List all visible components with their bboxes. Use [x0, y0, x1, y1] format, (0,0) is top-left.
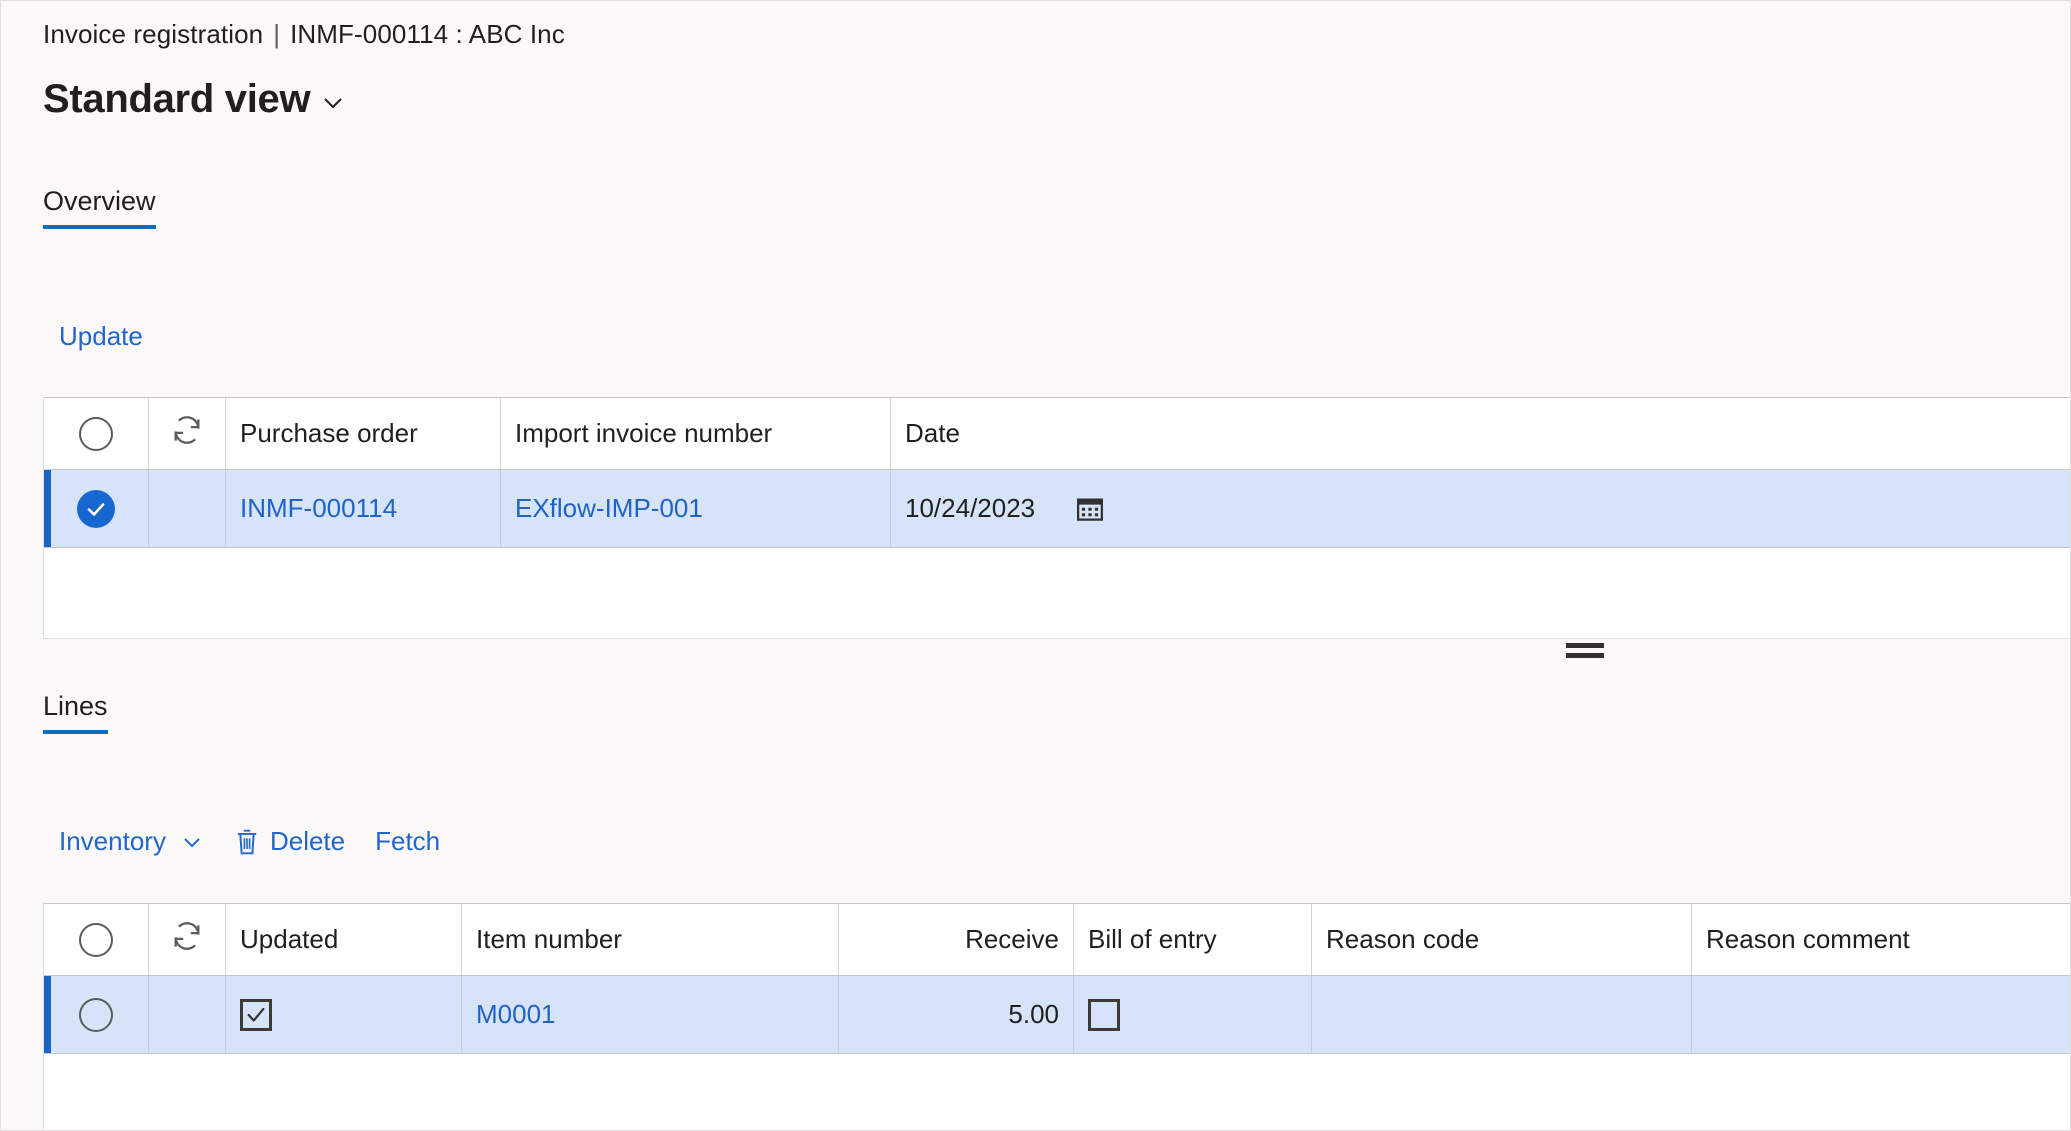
table-row[interactable]: INMF-000114 EXflow-IMP-001 10/24/2023 [44, 470, 2070, 548]
column-header-reason-code-label: Reason code [1326, 924, 1480, 954]
column-header-reason-comment-label: Reason comment [1706, 924, 1910, 954]
page-title: Standard view [43, 77, 311, 121]
column-header-updated-label: Updated [240, 924, 339, 954]
cell-updated[interactable] [226, 976, 462, 1053]
update-button[interactable]: Update [59, 321, 143, 352]
tab-lines[interactable]: Lines [43, 691, 108, 734]
refresh-icon[interactable] [170, 919, 204, 960]
cell-date[interactable]: 10/24/2023 [891, 470, 2070, 547]
lines-grid-header: Updated Item number Receive Bill of entr… [44, 904, 2070, 976]
circle-select-row-icon[interactable] [79, 997, 113, 1032]
lines-grid: Updated Item number Receive Bill of entr… [43, 903, 2070, 1130]
overview-grid: Purchase order Import invoice number Dat… [43, 397, 2070, 639]
delete-button[interactable]: Delete [234, 826, 345, 857]
inventory-menu-label: Inventory [59, 826, 166, 856]
column-header-item-number[interactable]: Item number [462, 904, 839, 975]
tab-lines-label: Lines [43, 691, 108, 721]
cell-reason-code[interactable] [1312, 976, 1692, 1053]
page-title-row[interactable]: Standard view [43, 79, 344, 119]
column-header-updated[interactable]: Updated [226, 904, 462, 975]
overview-grid-empty-area [44, 548, 2070, 638]
column-header-import-invoice-number[interactable]: Import invoice number [501, 398, 891, 469]
breadcrumb-separator: | [273, 19, 281, 49]
cell-bill-of-entry[interactable] [1074, 976, 1312, 1053]
cell-import-invoice-number-value: EXflow-IMP-001 [515, 493, 703, 523]
refresh-icon[interactable] [170, 413, 204, 454]
column-header-date[interactable]: Date [891, 398, 2070, 469]
invoice-registration-page: Invoice registration | INMF-000114 : ABC I… [0, 0, 2071, 1131]
circle-select-all-icon[interactable] [79, 922, 113, 957]
column-header-item-number-label: Item number [476, 924, 622, 954]
row-select-cell[interactable] [44, 470, 149, 547]
column-header-reason-comment[interactable]: Reason comment [1692, 904, 2070, 975]
column-header-purchase-order-label: Purchase order [240, 418, 418, 448]
row-select-cell[interactable] [44, 976, 149, 1053]
table-row[interactable]: M0001 5.00 [44, 976, 2070, 1054]
fetch-button-label: Fetch [375, 826, 441, 856]
tab-overview[interactable]: Overview [43, 186, 156, 229]
trash-icon [234, 828, 260, 856]
cell-purchase-order-value: INMF-000114 [240, 493, 398, 523]
lines-grid-empty-area [44, 1054, 2070, 1130]
cell-purchase-order[interactable]: INMF-000114 [226, 470, 501, 547]
chevron-down-icon[interactable] [180, 830, 204, 854]
overview-grid-header: Purchase order Import invoice number Dat… [44, 398, 2070, 470]
breadcrumb-secondary: INMF-000114 : ABC Inc [290, 19, 565, 49]
row-refresh-cell [149, 976, 226, 1053]
overview-tabstrip: Overview [43, 186, 156, 229]
breadcrumb-primary[interactable]: Invoice registration [43, 19, 263, 49]
fetch-button[interactable]: Fetch [375, 826, 440, 857]
lines-tabstrip: Lines [43, 691, 108, 734]
select-all-header-cell[interactable] [44, 398, 149, 469]
circle-select-all-icon[interactable] [79, 416, 113, 451]
cell-receive[interactable]: 5.00 [839, 976, 1074, 1053]
inventory-menu-button[interactable]: Inventory [59, 826, 204, 857]
update-button-label: Update [59, 321, 143, 351]
column-header-import-invoice-number-label: Import invoice number [515, 418, 773, 448]
cell-item-number-value: M0001 [476, 999, 556, 1029]
grid-splitter-handle[interactable] [1566, 643, 1604, 658]
refresh-header-cell[interactable] [149, 398, 226, 469]
column-header-reason-code[interactable]: Reason code [1312, 904, 1692, 975]
overview-command-bar: Update [59, 321, 143, 352]
chevron-down-icon[interactable] [322, 92, 344, 114]
cell-receive-value: 5.00 [1008, 999, 1059, 1029]
column-header-bill-of-entry-label: Bill of entry [1088, 924, 1217, 954]
cell-reason-comment[interactable] [1692, 976, 2070, 1053]
updated-checkbox[interactable] [240, 998, 272, 1031]
lines-command-bar: Inventory Delete Fetch [59, 826, 440, 857]
delete-button-label: Delete [269, 826, 346, 856]
breadcrumb: Invoice registration | INMF-000114 : ABC I… [43, 19, 565, 50]
column-header-date-label: Date [905, 418, 960, 448]
calendar-icon[interactable] [1075, 494, 1105, 524]
tab-overview-label: Overview [43, 186, 156, 216]
check-circle-icon[interactable] [77, 489, 115, 528]
cell-date-value: 10/24/2023 [905, 493, 1036, 523]
refresh-header-cell[interactable] [149, 904, 226, 975]
bill-of-entry-checkbox[interactable] [1088, 998, 1120, 1031]
column-header-purchase-order[interactable]: Purchase order [226, 398, 501, 469]
cell-import-invoice-number[interactable]: EXflow-IMP-001 [501, 470, 891, 547]
select-all-header-cell[interactable] [44, 904, 149, 975]
column-header-receive-label: Receive [965, 924, 1059, 954]
row-refresh-cell [149, 470, 226, 547]
column-header-receive[interactable]: Receive [839, 904, 1074, 975]
cell-item-number[interactable]: M0001 [462, 976, 839, 1053]
column-header-bill-of-entry[interactable]: Bill of entry [1074, 904, 1312, 975]
